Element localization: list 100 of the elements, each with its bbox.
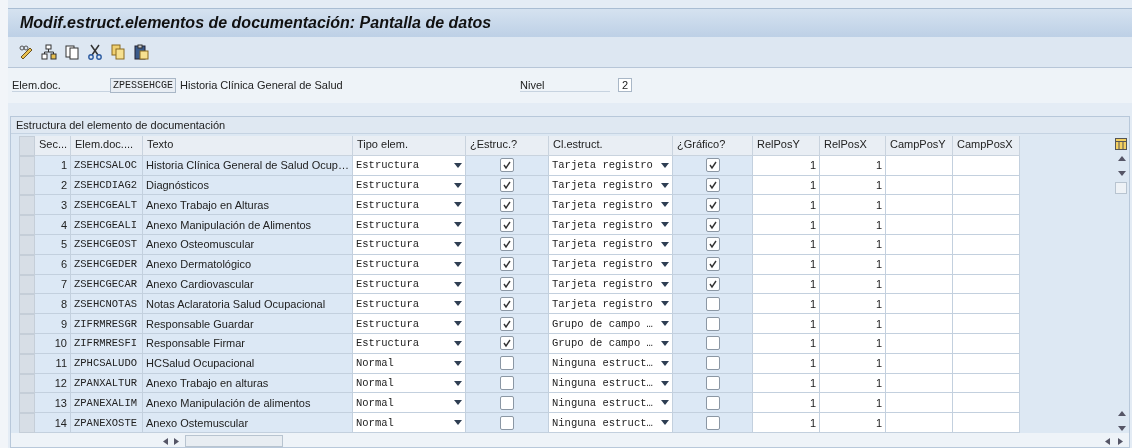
- column-header[interactable]: Sec...: [35, 136, 71, 156]
- dropdown-field[interactable]: Tarjeta registro: [549, 294, 673, 315]
- checkbox[interactable]: [500, 336, 514, 351]
- input-field[interactable]: [886, 175, 953, 196]
- input-field[interactable]: 1: [753, 254, 820, 275]
- dropdown-field[interactable]: Estructura: [353, 175, 466, 196]
- input-field[interactable]: 1: [820, 294, 886, 315]
- dropdown-caret-icon[interactable]: [454, 162, 462, 168]
- input-field[interactable]: [953, 195, 1020, 216]
- input-field[interactable]: [953, 334, 1020, 354]
- checkbox[interactable]: [705, 316, 720, 331]
- dropdown-field[interactable]: Estructura: [353, 274, 466, 295]
- dropdown-caret-icon[interactable]: [454, 202, 462, 208]
- dropdown-caret-icon[interactable]: [454, 241, 462, 247]
- input-field[interactable]: 1: [820, 413, 886, 433]
- input-field[interactable]: 1: [820, 235, 886, 255]
- column-header[interactable]: CampPosX: [953, 136, 1020, 156]
- checkbox[interactable]: [500, 296, 514, 311]
- checkbox[interactable]: [500, 178, 514, 193]
- input-field[interactable]: [953, 175, 1020, 196]
- input-field[interactable]: [886, 235, 953, 255]
- dropdown-caret-icon[interactable]: [454, 420, 462, 426]
- input-field[interactable]: [886, 254, 953, 275]
- dropdown-caret-icon[interactable]: [454, 301, 462, 307]
- checkbox[interactable]: [705, 217, 720, 232]
- checkbox[interactable]: [705, 336, 720, 351]
- dropdown-field[interactable]: Ninguna estruct…: [549, 393, 673, 414]
- column-header[interactable]: RelPosY: [753, 136, 820, 156]
- copy-icon[interactable]: [110, 44, 126, 60]
- checkbox[interactable]: [705, 178, 720, 193]
- scroll-thumb[interactable]: [1115, 182, 1127, 195]
- dropdown-caret-icon[interactable]: [454, 360, 462, 366]
- input-field[interactable]: 1: [753, 215, 820, 236]
- input-field[interactable]: 1: [820, 155, 886, 176]
- checkbox[interactable]: [500, 277, 514, 291]
- input-field[interactable]: 1: [820, 353, 886, 374]
- input-field[interactable]: [886, 155, 953, 176]
- input-field[interactable]: [953, 215, 1020, 236]
- checkbox[interactable]: [705, 356, 720, 371]
- layout-icon[interactable]: [1115, 138, 1127, 151]
- dropdown-field[interactable]: Grupo de campo …: [549, 334, 673, 354]
- input-field[interactable]: 1: [820, 393, 886, 414]
- dropdown-caret-icon[interactable]: [661, 241, 669, 247]
- dropdown-caret-icon[interactable]: [661, 182, 669, 188]
- input-field[interactable]: 1: [820, 195, 886, 216]
- input-field[interactable]: 1: [753, 274, 820, 295]
- input-field[interactable]: [953, 373, 1020, 394]
- checkbox[interactable]: [705, 237, 720, 252]
- input-field[interactable]: 1: [753, 294, 820, 315]
- checkbox[interactable]: [500, 237, 514, 252]
- scroll-right-icon[interactable]: [173, 436, 181, 446]
- dropdown-field[interactable]: Estructura: [353, 235, 466, 255]
- input-field[interactable]: [886, 314, 953, 334]
- input-field[interactable]: 1: [820, 314, 886, 334]
- pages-icon[interactable]: [64, 44, 80, 60]
- checkbox[interactable]: [500, 316, 514, 331]
- input-field[interactable]: 1: [753, 175, 820, 196]
- input-field[interactable]: 1: [753, 353, 820, 374]
- checkbox[interactable]: [500, 395, 514, 410]
- dropdown-caret-icon[interactable]: [661, 261, 669, 267]
- input-field[interactable]: 1: [820, 215, 886, 236]
- dropdown-field[interactable]: Ninguna estruct…: [549, 353, 673, 374]
- checkbox[interactable]: [500, 257, 514, 272]
- dropdown-field[interactable]: Normal: [353, 393, 466, 414]
- column-header[interactable]: Texto: [143, 136, 353, 156]
- input-field[interactable]: [886, 215, 953, 236]
- input-field[interactable]: [953, 274, 1020, 295]
- dropdown-caret-icon[interactable]: [661, 202, 669, 208]
- dropdown-field[interactable]: Estructura: [353, 314, 466, 334]
- checkbox[interactable]: [705, 395, 720, 410]
- input-field[interactable]: [886, 334, 953, 354]
- checkbox[interactable]: [500, 376, 514, 390]
- input-field[interactable]: [886, 373, 953, 394]
- dropdown-field[interactable]: Tarjeta registro: [549, 155, 673, 176]
- dropdown-caret-icon[interactable]: [661, 162, 669, 168]
- input-field[interactable]: 1: [753, 314, 820, 334]
- column-header[interactable]: ¿Gráfico?: [673, 136, 753, 156]
- dropdown-field[interactable]: Estructura: [353, 215, 466, 236]
- input-field[interactable]: [953, 254, 1020, 275]
- dropdown-caret-icon[interactable]: [661, 360, 669, 366]
- dropdown-caret-icon[interactable]: [454, 182, 462, 188]
- input-field[interactable]: 1: [753, 373, 820, 394]
- dropdown-caret-icon[interactable]: [661, 301, 669, 307]
- input-field[interactable]: [886, 274, 953, 295]
- input-field[interactable]: [953, 155, 1020, 176]
- column-header[interactable]: Tipo elem.: [353, 136, 466, 156]
- checkbox[interactable]: [500, 356, 514, 371]
- checkbox[interactable]: [500, 415, 514, 430]
- input-field[interactable]: [953, 393, 1020, 414]
- scroll-right-icon[interactable]: [1117, 436, 1125, 446]
- dropdown-field[interactable]: Tarjeta registro: [549, 215, 673, 236]
- input-field[interactable]: [953, 294, 1020, 315]
- input-field[interactable]: [953, 353, 1020, 374]
- dropdown-caret-icon[interactable]: [454, 222, 462, 228]
- input-field[interactable]: 1: [820, 373, 886, 394]
- checkbox[interactable]: [705, 296, 720, 311]
- checkbox[interactable]: [705, 257, 720, 272]
- input-field[interactable]: 1: [753, 393, 820, 414]
- dropdown-field[interactable]: Estructura: [353, 254, 466, 275]
- dropdown-caret-icon[interactable]: [661, 380, 669, 386]
